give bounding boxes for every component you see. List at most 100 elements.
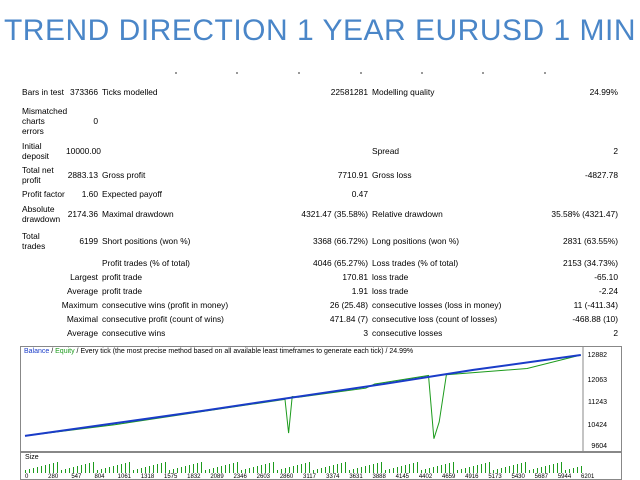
size-bar: [469, 467, 470, 473]
x-tick-label: 0: [25, 474, 29, 480]
size-bar: [337, 464, 338, 473]
size-bar: [193, 464, 194, 473]
x-tick-label: 3117: [303, 474, 316, 480]
size-bar: [321, 468, 322, 473]
size-bar: [169, 470, 170, 473]
label-average2: Average: [66, 328, 98, 338]
x-tick-label: 3888: [372, 474, 386, 480]
value-expected-payoff: 0.47: [351, 189, 368, 199]
size-bar: [69, 468, 70, 473]
row-profit-factor: Profit factor 1.60 Expected payoff 0.47: [20, 186, 620, 202]
size-bar: [533, 469, 534, 473]
size-bar: [29, 469, 30, 473]
label-average: Average: [66, 286, 98, 296]
value-total-net-profit: 2883.13: [67, 170, 98, 180]
value-gross-profit: 7710.91: [337, 170, 368, 180]
size-bar: [429, 468, 430, 473]
size-bar: [373, 464, 374, 473]
row-largest: Largest profit trade 170.81 loss trade -…: [20, 270, 620, 284]
size-bar: [205, 470, 206, 473]
y-label-2: 12063: [587, 377, 607, 384]
size-bar: [545, 466, 546, 473]
label-max-cons-losses: consecutive losses (loss in money): [372, 300, 502, 310]
size-bar: [513, 465, 514, 473]
x-tick-label: 3631: [349, 474, 363, 480]
size-bar: [437, 466, 438, 473]
label-profit-factor: Profit factor: [22, 189, 65, 199]
x-tick-label: 280: [48, 474, 59, 480]
size-bar: [413, 463, 414, 473]
size-bar: [557, 463, 558, 473]
label-average-loss: loss trade: [372, 286, 409, 296]
x-tick-label: 4916: [465, 474, 479, 480]
size-bar: [281, 469, 282, 473]
size-bar: [357, 468, 358, 473]
row-mismatched: Mismatched charts errors 0: [20, 104, 620, 138]
x-tick-label: 4659: [442, 474, 456, 480]
label-gross-profit: Gross profit: [102, 170, 146, 180]
label-total-trades: Total trades: [22, 231, 46, 251]
x-tick-label: 547: [71, 474, 82, 480]
size-bar: [485, 463, 486, 473]
label-maximal-cons-profit: consecutive profit (count of wins): [102, 314, 224, 324]
label-modelling-quality: Modelling quality: [372, 87, 435, 97]
size-bar: [213, 468, 214, 473]
size-bar: [181, 467, 182, 473]
size-bar: [505, 467, 506, 473]
value-gross-loss: -4827.78: [584, 170, 618, 180]
x-tick-label: 804: [94, 474, 105, 480]
size-bar: [541, 467, 542, 473]
value-profit-trades: 4046 (65.27%): [313, 258, 368, 268]
size-bar: [257, 466, 258, 473]
size-bar: [285, 468, 286, 473]
size-bar: [53, 463, 54, 473]
row-maximal: Maximal consecutive profit (count of win…: [20, 312, 620, 326]
size-bar: [93, 462, 94, 473]
value-long-positions: 2831 (63.55%): [563, 236, 618, 246]
size-bar: [377, 463, 378, 473]
chart-plot: [24, 347, 584, 451]
size-bar: [229, 464, 230, 473]
label-average-profit: profit trade: [102, 286, 143, 296]
value-largest-profit: 170.81: [342, 272, 368, 282]
size-bar: [481, 464, 482, 473]
y-label-3: 11243: [588, 399, 607, 406]
x-tick-label: 5944: [557, 474, 572, 480]
label-absolute-drawdown: Absolute drawdown: [22, 204, 61, 224]
size-bar: [569, 469, 570, 473]
size-bar: [57, 462, 58, 473]
size-bar: [245, 469, 246, 473]
size-bar: [41, 466, 42, 473]
size-bar: [465, 468, 466, 473]
size-bar: [457, 470, 458, 473]
y-label-5: 9604: [591, 443, 607, 450]
x-tick-label: 2603: [256, 474, 271, 480]
size-bar: [125, 463, 126, 473]
size-bar: [581, 466, 582, 473]
size-bar: [277, 470, 278, 473]
size-bar: [177, 468, 178, 473]
value-bars-in-test: 373366: [70, 87, 98, 97]
size-bar: [361, 467, 362, 473]
size-bar: [449, 463, 450, 473]
size-bar: [293, 466, 294, 473]
page-title: TREND DIRECTION 1 YEAR EURUSD 1 MIN: [3, 14, 637, 47]
size-bar: [253, 467, 254, 473]
size-bar: [157, 464, 158, 473]
size-bar: [501, 468, 502, 473]
row-average-consecutive: Average consecutive wins 3 consecutive l…: [20, 326, 620, 340]
x-tick-label: 5687: [534, 474, 549, 480]
row-maximum: Maximum consecutive wins (profit in mone…: [20, 298, 620, 312]
x-tick-label: 2860: [279, 474, 294, 480]
size-bar: [73, 467, 74, 473]
size-bar: [165, 462, 166, 473]
label-bars-in-test: Bars in test: [22, 87, 64, 97]
balance-equity-chart: Balance / Equity / Every tick (the most …: [20, 346, 622, 452]
label-ticks-modelled: Ticks modelled: [102, 87, 158, 97]
label-largest: Largest: [70, 272, 98, 282]
value-maximal-drawdown: 4321.47 (35.58%): [301, 209, 368, 219]
size-bar: [573, 468, 574, 473]
size-bar: [241, 470, 242, 473]
row-drawdown: Absolute drawdown 2174.36 Maximal drawdo…: [20, 202, 620, 226]
size-bar: [173, 469, 174, 473]
